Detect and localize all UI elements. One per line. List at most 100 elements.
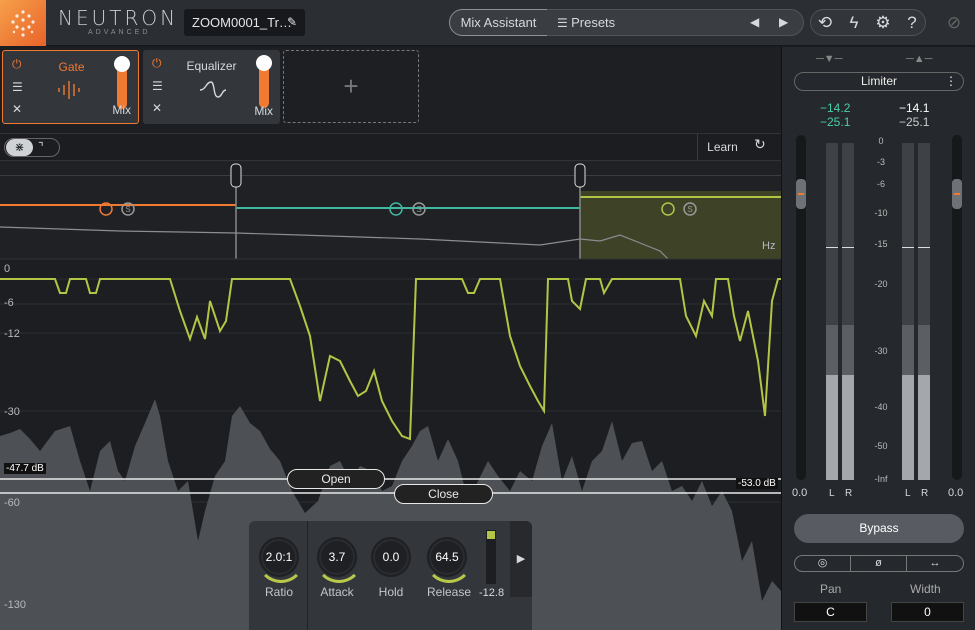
ratio-label: Ratio (264, 585, 293, 599)
limiter-label: Limiter (860, 74, 897, 88)
crossover-1-handle[interactable] (230, 163, 242, 188)
close-icon[interactable]: ✕ (12, 102, 22, 116)
input-gain-handle[interactable] (796, 179, 806, 209)
limiter-button[interactable]: Limiter ⋮ (794, 72, 964, 91)
width-field[interactable]: 0 (891, 602, 964, 622)
preset-name-field[interactable]: ZOOM0001_Tr… ✎ (184, 9, 305, 36)
db-label-6: -6 (4, 297, 14, 309)
phase-invert-icon[interactable]: ø (851, 556, 907, 571)
meter-scale-15: -15 (874, 239, 888, 249)
close-icon[interactable]: ✕ (152, 101, 162, 115)
list-icon: ☰ (557, 16, 572, 30)
ratio-arc (257, 535, 305, 583)
preset-name-text: ZOOM0001_Tr… (192, 15, 292, 30)
band-mode-toggle[interactable]: ⋇ ⌝ (4, 138, 60, 157)
close-threshold-handle[interactable]: Close (394, 484, 493, 504)
band-dots (0, 175, 781, 176)
input-rms-readout: −25.1 (820, 115, 851, 129)
close-threshold-readout: -53.0 dB (736, 478, 778, 489)
pencil-icon[interactable]: ✎ (287, 9, 297, 36)
gate-waveform-icon (58, 81, 80, 99)
output-gain-handle[interactable] (952, 179, 962, 209)
divider (307, 521, 308, 630)
mix-assistant-button[interactable]: Mix Assistant (449, 9, 548, 36)
previous-preset-icon[interactable]: ◀ (750, 10, 759, 35)
crossover-2-handle[interactable] (574, 163, 586, 188)
hold-dial[interactable]: 0.0 (371, 537, 411, 577)
help-icon[interactable]: ? (898, 9, 926, 36)
output-meter-collapse-icon[interactable]: ─▲─ (906, 53, 932, 65)
attack-dial[interactable]: 3.7 (315, 537, 363, 583)
izotope-swirl-icon[interactable]: ⊘ (940, 9, 968, 36)
svg-text:S: S (125, 205, 130, 214)
next-preset-icon[interactable]: ▶ (779, 10, 788, 35)
learn-button[interactable]: Learn (697, 134, 747, 161)
meter-scale-inf: -Inf (874, 474, 888, 484)
mix-slider-handle[interactable] (114, 56, 130, 72)
gear-icon[interactable]: ⚙ (869, 9, 897, 36)
input-gain-value: 0.0 (792, 487, 808, 499)
band-3-highlight (580, 191, 781, 259)
open-threshold-handle[interactable]: Open (287, 469, 385, 489)
db-label-0: 0 (4, 263, 11, 275)
list-icon[interactable]: ☰ (12, 80, 23, 94)
meter-scale-50: -50 (874, 441, 888, 451)
swap-channels-icon[interactable]: ↔ (907, 556, 963, 571)
mix-label: Mix (112, 103, 131, 117)
presets-button[interactable]: ☰ Presets ◀ ▶ (547, 9, 804, 36)
input-l-label: L (829, 488, 835, 499)
more-icon[interactable]: ⋮ (945, 73, 957, 90)
input-peak-readout: −14.2 (820, 101, 851, 115)
attack-arc (315, 535, 363, 583)
gate-control-panel: 2.0:1 Ratio 3.7 Attack 0.0 Hold 64.5 Rel… (249, 521, 532, 630)
history-icon[interactable]: ⟲ (811, 9, 839, 36)
meter-scale-10: -10 (874, 208, 888, 218)
output-peak-readout: −14.1 (899, 101, 930, 115)
ratio-knob[interactable]: 2.0:1 Ratio (257, 537, 305, 599)
meter-scale-30: -30 (874, 346, 888, 356)
meter-sidebar: ─▼─ ─▲─ Limiter ⋮ −14.2 −25.1 −14.1 −25.1… (781, 47, 975, 630)
reset-icon[interactable]: ↻ (754, 136, 766, 153)
mid-side-icon[interactable]: ◎ (795, 556, 851, 571)
output-gain-value: 0.0 (948, 487, 964, 499)
list-icon[interactable]: ☰ (152, 79, 163, 93)
multiband-mode-icon[interactable]: ⋇ (6, 139, 33, 156)
input-meter-collapse-icon[interactable]: ─▼─ (816, 53, 842, 65)
add-module-button[interactable]: + (283, 50, 419, 123)
pan-label: Pan (820, 582, 842, 596)
width-label: Width (910, 582, 941, 596)
mix-label: Mix (254, 104, 273, 118)
input-meter-left (826, 143, 838, 480)
hold-label: Hold (378, 585, 404, 599)
svg-text:S: S (687, 205, 692, 214)
pan-field[interactable]: C (794, 602, 867, 622)
release-label: Release (427, 585, 472, 599)
power-icon[interactable]: ⏻ (12, 57, 22, 72)
release-dial[interactable]: 64.5 (425, 537, 473, 583)
db-label-130: -130 (4, 599, 27, 611)
meter-scale-0: 0 (878, 136, 884, 146)
curve-mode-icon[interactable]: ⌝ (38, 139, 44, 156)
attack-knob[interactable]: 3.7 Attack (315, 537, 363, 599)
release-knob[interactable]: 64.5 Release (425, 537, 473, 599)
izotope-logo[interactable] (0, 0, 46, 46)
lightning-icon[interactable]: ϟ (840, 9, 868, 36)
hold-knob[interactable]: 0.0 Hold (371, 537, 411, 599)
module-equalizer[interactable]: Equalizer ⏻ ☰ ✕ Mix (143, 50, 280, 124)
power-icon[interactable]: ⏻ (152, 56, 162, 71)
attack-label: Attack (320, 585, 354, 599)
release-arc (425, 535, 473, 583)
meter-scale-6: -6 (876, 179, 885, 189)
expand-panel-icon[interactable]: ▶ (510, 521, 532, 597)
top-bar: NEUTRON ADVANCED ZOOM0001_Tr… ✎ Mix Assi… (0, 0, 975, 46)
eq-curve-icon (199, 81, 227, 98)
module-gate[interactable]: Gate ⏻ ☰ ✕ Mix (2, 50, 139, 124)
ratio-dial[interactable]: 2.0:1 (257, 537, 305, 583)
presets-label: Presets (571, 15, 616, 30)
mix-slider-handle[interactable] (256, 55, 272, 71)
product-name: NEUTRON (58, 6, 179, 30)
db-label-12: -12 (4, 328, 20, 340)
output-r-label: R (921, 488, 929, 499)
bypass-button[interactable]: Bypass (794, 514, 964, 543)
meter-scale-20: -20 (874, 279, 888, 289)
